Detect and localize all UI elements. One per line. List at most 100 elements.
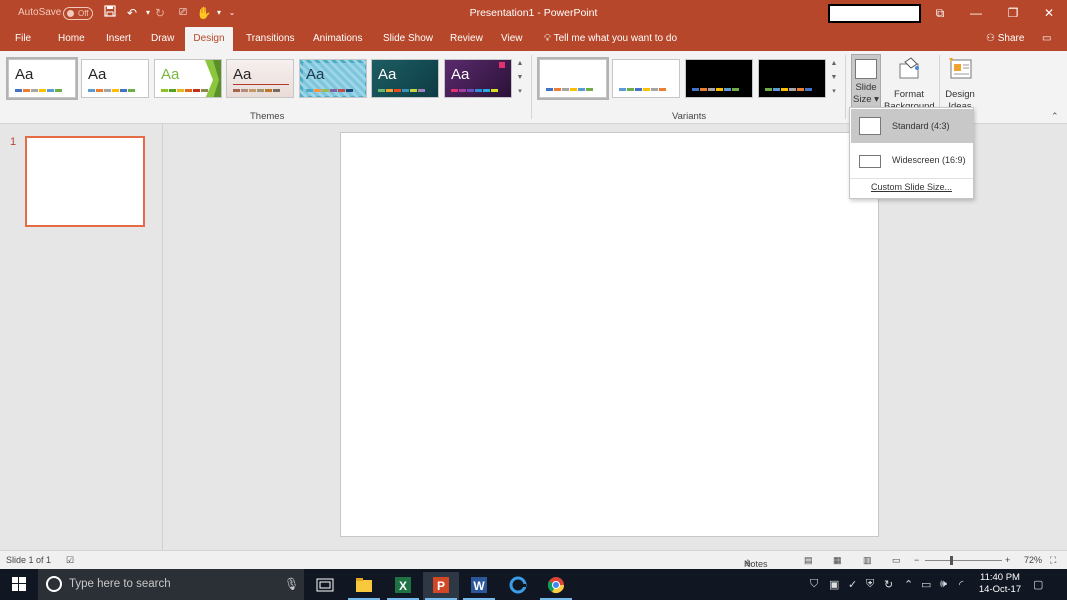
theme-sample: Aa	[378, 66, 397, 83]
zoom-slider-thumb[interactable]	[950, 556, 953, 565]
zoom-out-icon[interactable]: −	[914, 555, 919, 565]
widescreen-size-icon	[859, 155, 881, 168]
system-clock[interactable]: 11:40 PM 14-Oct-17	[975, 572, 1025, 596]
tab-transitions[interactable]: Transitions	[246, 27, 295, 51]
theme-facet[interactable]: Aa	[154, 59, 222, 98]
theme-ion[interactable]: Aa	[299, 59, 367, 98]
variants-gallery-scroll[interactable]: ▲ ▼ ▾	[829, 57, 839, 101]
slide-canvas[interactable]	[340, 132, 879, 537]
taskbar-search-box[interactable]: Type here to search 🎙︎	[38, 569, 304, 600]
tab-draw[interactable]: Draw	[151, 27, 174, 51]
cortana-icon	[46, 576, 62, 592]
zoom-slider[interactable]	[925, 560, 1002, 561]
more-icon[interactable]: ▾	[829, 85, 839, 99]
task-view-icon[interactable]	[307, 572, 343, 600]
more-icon[interactable]: ▾	[515, 85, 525, 99]
person-icon: ⚇	[986, 33, 995, 44]
tab-slide-show[interactable]: Slide Show	[383, 27, 433, 51]
security-tray-icon[interactable]: ⛉	[810, 578, 818, 591]
zoom-level[interactable]: 72%	[1024, 555, 1042, 565]
network-drive-tray-icon[interactable]: ▣	[829, 578, 839, 591]
wifi-icon[interactable]: ◜	[959, 578, 963, 591]
svg-text:X: X	[399, 579, 407, 593]
variant-3[interactable]	[685, 59, 753, 98]
theme-ion-boardroom[interactable]: Aa	[371, 59, 439, 98]
theme-office-2[interactable]: Aa	[81, 59, 149, 98]
scroll-up-icon[interactable]: ▲	[829, 57, 839, 71]
sync-tray-icon[interactable]: ↻	[884, 578, 893, 591]
shield-tray-icon[interactable]: ⛨	[866, 578, 874, 591]
format-background-button[interactable]: Format Background	[884, 54, 935, 112]
tab-view[interactable]: View	[501, 27, 523, 51]
theme-sample: Aa	[88, 66, 107, 83]
theme-sample: Aa	[161, 66, 180, 83]
zoom-in-icon[interactable]: +	[1005, 555, 1010, 565]
themes-gallery-scroll[interactable]: ▲ ▼ ▾	[515, 57, 525, 101]
themes-group-label: Themes	[250, 111, 285, 122]
scroll-up-icon[interactable]: ▲	[515, 57, 525, 71]
tab-file[interactable]: File	[15, 27, 31, 51]
scroll-down-icon[interactable]: ▼	[829, 71, 839, 85]
tab-home[interactable]: Home	[58, 27, 85, 51]
ribbon-display-options-icon[interactable]: ⧉	[922, 0, 958, 27]
action-center-icon[interactable]: ▢	[1033, 578, 1043, 591]
file-explorer-icon[interactable]	[346, 572, 382, 600]
defender-tray-icon[interactable]: ✓	[848, 578, 857, 591]
group-separator	[845, 55, 846, 119]
comments-icon[interactable]: ▭	[1042, 27, 1051, 51]
spell-check-icon[interactable]: ☑	[66, 555, 74, 566]
theme-sample: Aa	[306, 66, 325, 83]
menu-item-custom-slide-size[interactable]: Custom Slide Size...	[850, 182, 973, 192]
menu-item-standard[interactable]: Standard (4:3)	[851, 109, 973, 143]
theme-integral[interactable]: Aa	[226, 59, 294, 98]
chevron-up-icon[interactable]: ⌃	[904, 578, 913, 591]
variant-2[interactable]	[612, 59, 680, 98]
theme-office[interactable]: Aa	[6, 57, 78, 100]
reading-view-icon[interactable]: ▥	[863, 555, 872, 566]
windows-start-icon[interactable]	[12, 577, 26, 594]
chrome-icon[interactable]	[538, 572, 574, 600]
title-bar: AutoSave Off ↶ ▾ ↻ ⎚ ✋ ▾ ⌄ Presentation1…	[0, 0, 1067, 27]
design-ideas-button[interactable]: Design Ideas	[942, 54, 978, 112]
tab-insert[interactable]: Insert	[106, 27, 131, 51]
slide-show-icon[interactable]: ▭	[892, 555, 901, 566]
standard-size-icon	[859, 117, 881, 135]
ribbon-tabs: File Home Insert Draw Design Transitions…	[0, 27, 1067, 51]
excel-icon[interactable]: X	[385, 572, 421, 600]
minimize-icon[interactable]: —	[958, 0, 994, 27]
restore-icon[interactable]: ❐	[995, 0, 1031, 27]
search-placeholder: Type here to search	[69, 578, 171, 590]
tab-animations[interactable]: Animations	[313, 27, 362, 51]
slide-size-label-1: Slide	[855, 82, 877, 93]
theme-sample: Aa	[233, 66, 252, 83]
clock-date: 14-Oct-17	[978, 584, 1022, 595]
slide-thumbnail[interactable]	[25, 136, 145, 227]
slide-size-button[interactable]: Slide Size ▾	[851, 54, 881, 110]
tell-me-box[interactable]: 💡︎ Tell me what you want to do	[544, 27, 677, 51]
menu-item-label: Widescreen (16:9)	[892, 155, 966, 165]
word-icon[interactable]: W	[461, 572, 497, 600]
menu-separator	[850, 178, 973, 179]
scroll-down-icon[interactable]: ▼	[515, 71, 525, 85]
variant-1[interactable]	[537, 57, 609, 100]
close-icon[interactable]: ✕	[1031, 0, 1067, 27]
windows-taskbar: Type here to search 🎙︎ X P W ⛉ ▣ ✓ ⛨ ↻ ⌃…	[0, 569, 1067, 600]
share-button[interactable]: ⚇ Share	[986, 27, 1024, 51]
edge-icon[interactable]	[500, 572, 536, 600]
menu-item-widescreen[interactable]: Widescreen (16:9)	[851, 143, 973, 177]
theme-celestial[interactable]: Aa	[444, 59, 512, 98]
format-background-label-1: Format	[893, 89, 925, 100]
slide-sorter-icon[interactable]: ▦	[833, 555, 842, 566]
status-bar: Slide 1 of 1 ☑ ≜ Notes ▤ ▦ ▥ ▭ − + 72% ⛶	[0, 550, 1067, 569]
collapse-ribbon-icon[interactable]: ⌃	[1051, 111, 1059, 122]
tab-design[interactable]: Design	[185, 27, 233, 51]
tab-review[interactable]: Review	[450, 27, 483, 51]
account-name-box[interactable]	[828, 4, 921, 23]
volume-icon[interactable]: 🕪︎	[940, 578, 947, 591]
battery-icon[interactable]: ▭	[921, 578, 931, 591]
powerpoint-icon[interactable]: P	[423, 572, 459, 600]
variant-4[interactable]	[758, 59, 826, 98]
normal-view-icon[interactable]: ▤	[804, 555, 813, 566]
fit-to-window-icon[interactable]: ⛶	[1050, 555, 1056, 566]
microphone-icon[interactable]: 🎙︎	[284, 577, 299, 591]
